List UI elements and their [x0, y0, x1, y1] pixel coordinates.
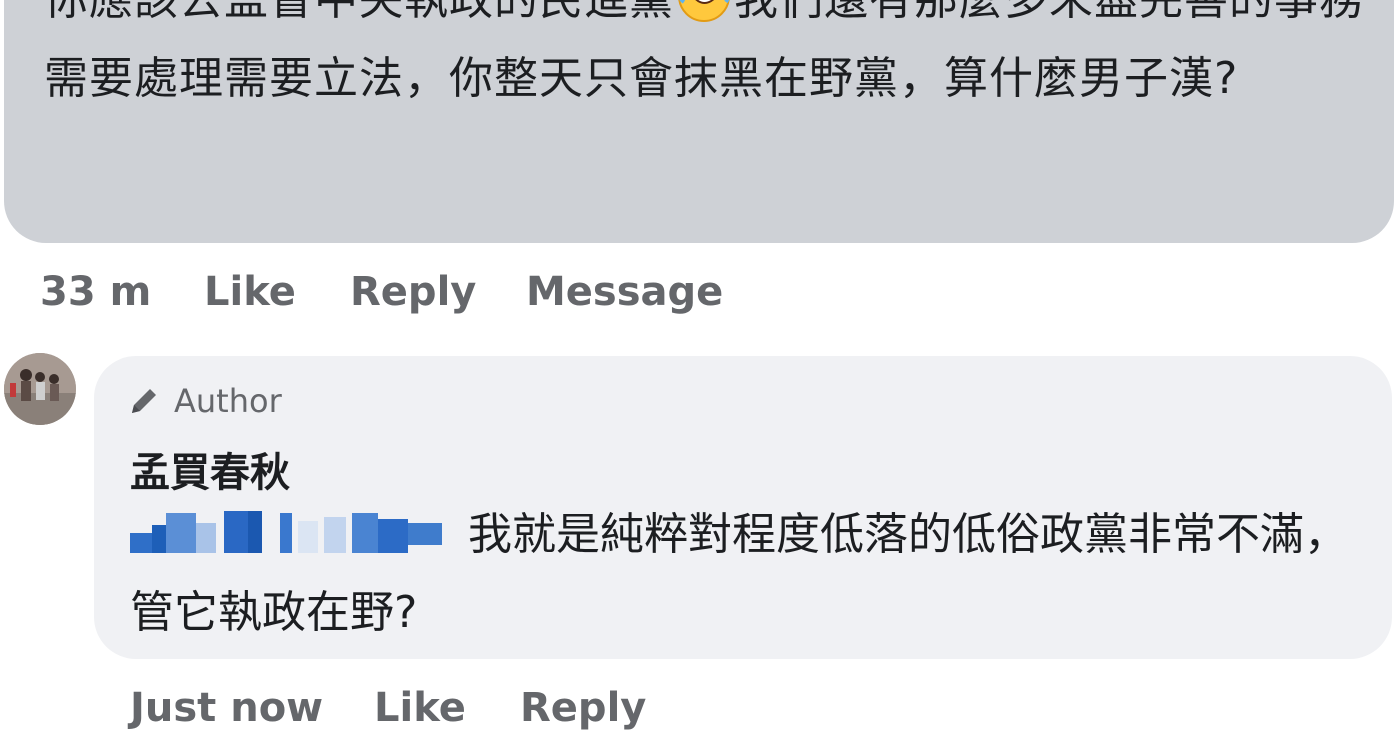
reply-author-name[interactable]: 孟買春秋	[130, 440, 290, 498]
reply-comment-timestamp[interactable]: Just now	[130, 685, 374, 731]
top-comment-timestamp[interactable]: 33 m	[40, 269, 204, 315]
reply-comment-actions: Just now Like Reply	[130, 682, 646, 734]
avatar-photo	[4, 353, 76, 425]
avatar[interactable]	[4, 353, 76, 425]
top-comment-bubble: 你應該去監督中央執政的民進黨 我們還有那麼多未盡完善的事務需要處理需要立法，你整…	[4, 0, 1394, 243]
top-comment-message-button[interactable]: Message	[526, 269, 723, 315]
reply-comment-bubble: Author 孟買春秋 我就是純粹對程度低落的低俗政黨非常不滿，管它執政在野?	[94, 356, 1392, 659]
top-comment-actions: 33 m Like Reply Message	[40, 266, 723, 318]
comment-thread: 你應該去監督中央執政的民進黨 我們還有那麼多未盡完善的事務需要處理需要立法，你整…	[0, 0, 1398, 736]
top-comment-like-button[interactable]: Like	[204, 269, 350, 315]
reply-comment-text: 我就是純粹對程度低落的低俗政黨非常不滿，管它執政在野?	[130, 496, 1360, 652]
pencil-icon	[132, 389, 156, 413]
top-comment-reply-button[interactable]: Reply	[350, 269, 526, 315]
top-comment-text: 你應該去監督中央執政的民進黨 我們還有那麼多未盡完善的事務需要處理需要立法，你整…	[44, 0, 1374, 118]
reply-comment-like-button[interactable]: Like	[374, 685, 520, 731]
top-comment-text-part1: 你應該去監督中央執政的民進黨	[44, 0, 674, 25]
rolling-on-floor-laughing-emoji	[678, 0, 730, 22]
redacted-mention[interactable]	[130, 507, 446, 559]
author-badge-label: Author	[174, 382, 282, 420]
reply-comment-reply-button[interactable]: Reply	[520, 685, 646, 731]
author-badge: Author	[128, 382, 282, 420]
